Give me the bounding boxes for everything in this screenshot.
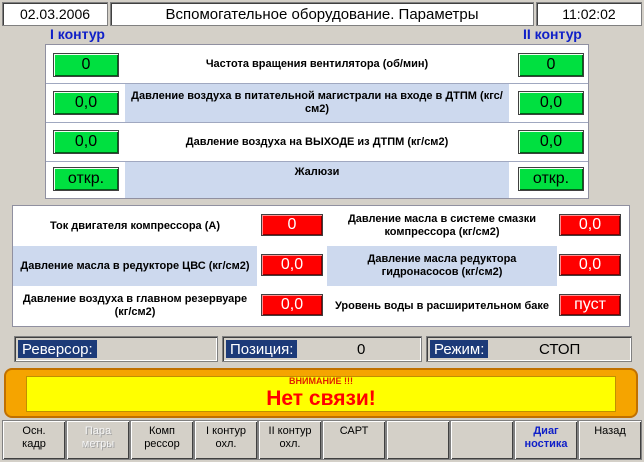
- reducer-oil-pressure-value: 0,0: [261, 254, 323, 276]
- nav-compressor-button[interactable]: Комп рессор: [130, 420, 194, 460]
- nav-label: Диаг: [533, 425, 559, 437]
- hydropump-reducer-oil-pressure-label: Давление масла редуктора гидронасосов (к…: [327, 246, 557, 286]
- compressor-oil-pressure-value: 0,0: [559, 214, 621, 236]
- main-reservoir-pressure-value: 0,0: [261, 294, 323, 316]
- compressor-motor-current-label: Ток двигателя компрессора (А): [49, 219, 220, 232]
- parameter-row: Ток двигателя компрессора (А) 0 Давление…: [13, 206, 629, 246]
- nav-label: охл.: [279, 438, 301, 450]
- fan-speed-circuit-2-value: 0: [518, 53, 584, 77]
- bottom-navigation: Осн. кадр Пара метры Комп рессор I конту…: [2, 420, 642, 460]
- compressor-motor-current-value: 0: [261, 214, 323, 236]
- mode-value: СТОП: [539, 340, 581, 358]
- nav-label: кадр: [22, 438, 46, 450]
- nav-label: САРТ: [339, 425, 369, 437]
- inlet-air-pressure-row: 0,0 Давление воздуха в питательной магис…: [46, 84, 588, 122]
- page-title: Вспомогательное оборудование. Параметры: [110, 2, 534, 26]
- nav-circuit-2-cooling-button[interactable]: II контур охл.: [258, 420, 322, 460]
- alert-message-box: ВНИМАНИЕ !!! Нет связи!: [26, 376, 616, 412]
- outlet-pressure-circuit-2-value: 0,0: [518, 130, 584, 154]
- nav-label: II контур: [268, 425, 312, 437]
- mode-label: Режим:: [430, 340, 489, 358]
- mode-status: Режим: СТОП: [426, 336, 632, 362]
- inlet-pressure-label: Давление воздуха в питательной магистрал…: [125, 84, 509, 122]
- nav-label: охл.: [215, 438, 237, 450]
- position-status: Позиция: 0: [222, 336, 422, 362]
- outlet-pressure-circuit-1-value: 0,0: [53, 130, 119, 154]
- common-parameters-panel: Ток двигателя компрессора (А) 0 Давление…: [12, 205, 630, 327]
- nav-diagnostics-button[interactable]: Диаг ностика: [514, 420, 578, 460]
- hydropump-reducer-oil-pressure-value: 0,0: [559, 254, 621, 276]
- reducer-oil-pressure-label: Давление масла в редукторе ЦВС (кг/см2): [13, 246, 257, 286]
- nav-label: Назад: [594, 425, 626, 437]
- nav-sart-button[interactable]: САРТ: [322, 420, 386, 460]
- inlet-pressure-circuit-2-value: 0,0: [518, 91, 584, 115]
- nav-parameters-button[interactable]: Пара метры: [66, 420, 130, 460]
- inlet-pressure-circuit-1-value: 0,0: [53, 91, 119, 115]
- nav-label: Осн.: [22, 425, 46, 437]
- shutters-row: откр. Жалюзи откр.: [46, 162, 588, 198]
- outlet-pressure-label: Давление воздуха на ВЫХОДЕ из ДТПМ (кг/с…: [185, 135, 449, 148]
- expansion-tank-water-level-label: Уровень воды в расширительном баке: [334, 299, 550, 312]
- circuit-1-label: I контур: [50, 26, 105, 42]
- outlet-air-pressure-row: 0,0 Давление воздуха на ВЫХОДЕ из ДТПМ (…: [46, 123, 588, 161]
- circuit-2-label: II контур: [523, 26, 582, 42]
- fan-speed-label: Частота вращения вентилятора (об/мин): [205, 57, 429, 70]
- compressor-oil-pressure-label: Давление масла в системе смазки компресс…: [347, 213, 537, 238]
- alert-message: Нет связи!: [266, 387, 376, 410]
- nav-empty-button[interactable]: [386, 420, 450, 460]
- alert-banner: ВНИМАНИЕ !!! Нет связи!: [4, 368, 638, 418]
- nav-circuit-1-cooling-button[interactable]: I контур охл.: [194, 420, 258, 460]
- shutters-circuit-2-value: откр.: [518, 167, 584, 191]
- alert-heading: ВНИМАНИЕ !!!: [289, 376, 353, 386]
- circuit-parameters-panel: 0 Частота вращения вентилятора (об/мин) …: [45, 44, 589, 199]
- date-display: 02.03.2006: [2, 2, 108, 26]
- shutters-label: Жалюзи: [125, 162, 509, 198]
- nav-label: рессор: [144, 438, 180, 450]
- shutters-circuit-1-value: откр.: [53, 167, 119, 191]
- nav-back-button[interactable]: Назад: [578, 420, 642, 460]
- fan-speed-row: 0 Частота вращения вентилятора (об/мин) …: [46, 45, 588, 83]
- main-reservoir-pressure-label: Давление воздуха в главном резервуаре (к…: [22, 293, 248, 318]
- nav-label: I контур: [206, 425, 246, 437]
- nav-label: Пара: [84, 425, 112, 437]
- nav-label: метры: [81, 438, 115, 450]
- parameter-row: Давление масла в редукторе ЦВС (кг/см2) …: [13, 246, 629, 286]
- reverser-label: Реверсор:: [18, 340, 97, 358]
- parameter-row: Давление воздуха в главном резервуаре (к…: [13, 286, 629, 326]
- nav-label: ностика: [524, 438, 568, 450]
- nav-empty-button[interactable]: [450, 420, 514, 460]
- expansion-tank-water-level-value: пуст: [559, 294, 621, 316]
- fan-speed-circuit-1-value: 0: [53, 53, 119, 77]
- nav-label: Комп: [148, 425, 176, 437]
- position-value: 0: [357, 340, 366, 358]
- position-label: Позиция:: [226, 340, 298, 358]
- nav-main-frame-button[interactable]: Осн. кадр: [2, 420, 66, 460]
- time-display: 11:02:02: [536, 2, 642, 26]
- reverser-status: Реверсор:: [14, 336, 218, 362]
